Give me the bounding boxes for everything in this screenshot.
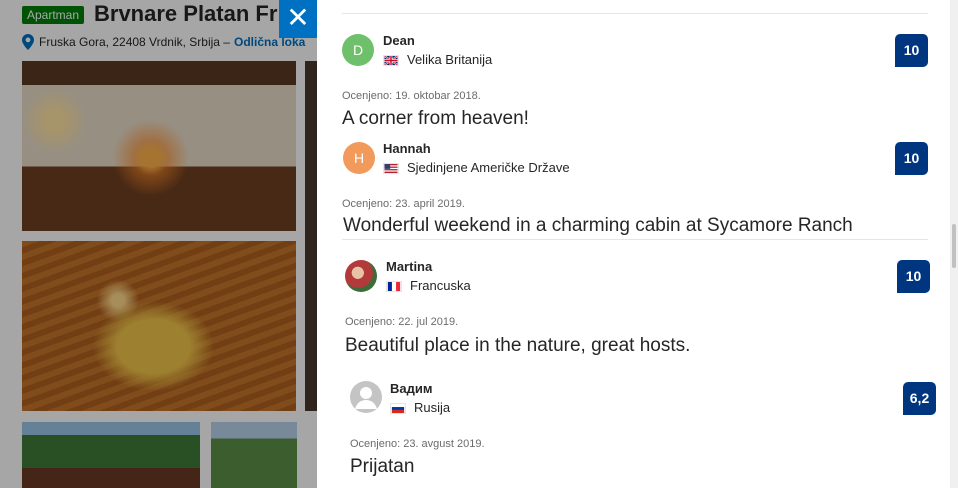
france-flag-icon [386, 280, 402, 292]
reviewer-name: Вадим [390, 381, 433, 396]
country-name: Rusija [414, 400, 451, 415]
reviewer-avatar [350, 381, 382, 413]
review-title: Wonderful weekend in a charming cabin at… [343, 215, 853, 235]
divider [342, 13, 928, 14]
reviewer-avatar-photo [345, 260, 377, 292]
reviewer-country: Velika Britanija [383, 52, 492, 68]
reviewer-country: Francuska [386, 278, 471, 294]
score-badge: 10 [895, 142, 928, 175]
reviewer-country: Sjedinjene Američke Države [383, 160, 570, 176]
reviewer-country: Rusija [390, 400, 450, 416]
score-badge: 10 [897, 260, 930, 293]
reviewer-avatar: H [343, 142, 375, 174]
review-date: Ocenjeno: 19. oktobar 2018. [342, 90, 481, 102]
close-button[interactable]: ✕ [279, 0, 317, 38]
score-badge: 10 [895, 34, 928, 67]
us-flag-icon [383, 162, 399, 174]
review-date: Ocenjeno: 22. jul 2019. [345, 316, 459, 328]
avatar-initial: D [352, 42, 364, 58]
country-name: Francuska [410, 278, 471, 293]
country-name: Velika Britanija [407, 52, 493, 67]
reviewer-name: Martina [386, 259, 433, 274]
scrollbar-thumb[interactable] [952, 224, 956, 268]
reviewer-name: Dean [383, 33, 415, 48]
score-badge: 6,2 [903, 382, 936, 415]
review-title: Beautiful place in the nature, great hos… [345, 335, 691, 356]
country-name: Sjedinjene Američke Države [407, 160, 570, 175]
russia-flag-icon [390, 402, 406, 414]
review-title-clip: Wonderful weekend in a charming cabin at… [342, 213, 942, 235]
review-date: Ocenjeno: 23. avgust 2019. [350, 438, 485, 450]
review-title: A corner from heaven! [342, 108, 529, 129]
review-date: Ocenjeno: 23. april 2019. [342, 198, 465, 210]
reviewer-name: Hannah [383, 141, 431, 156]
review-title: Prijatan [350, 456, 415, 477]
reviewer-avatar: D [342, 34, 374, 66]
default-user-icon [355, 387, 377, 409]
uk-flag-icon [383, 54, 399, 66]
avatar-initial: H [353, 150, 365, 166]
divider [342, 239, 928, 240]
